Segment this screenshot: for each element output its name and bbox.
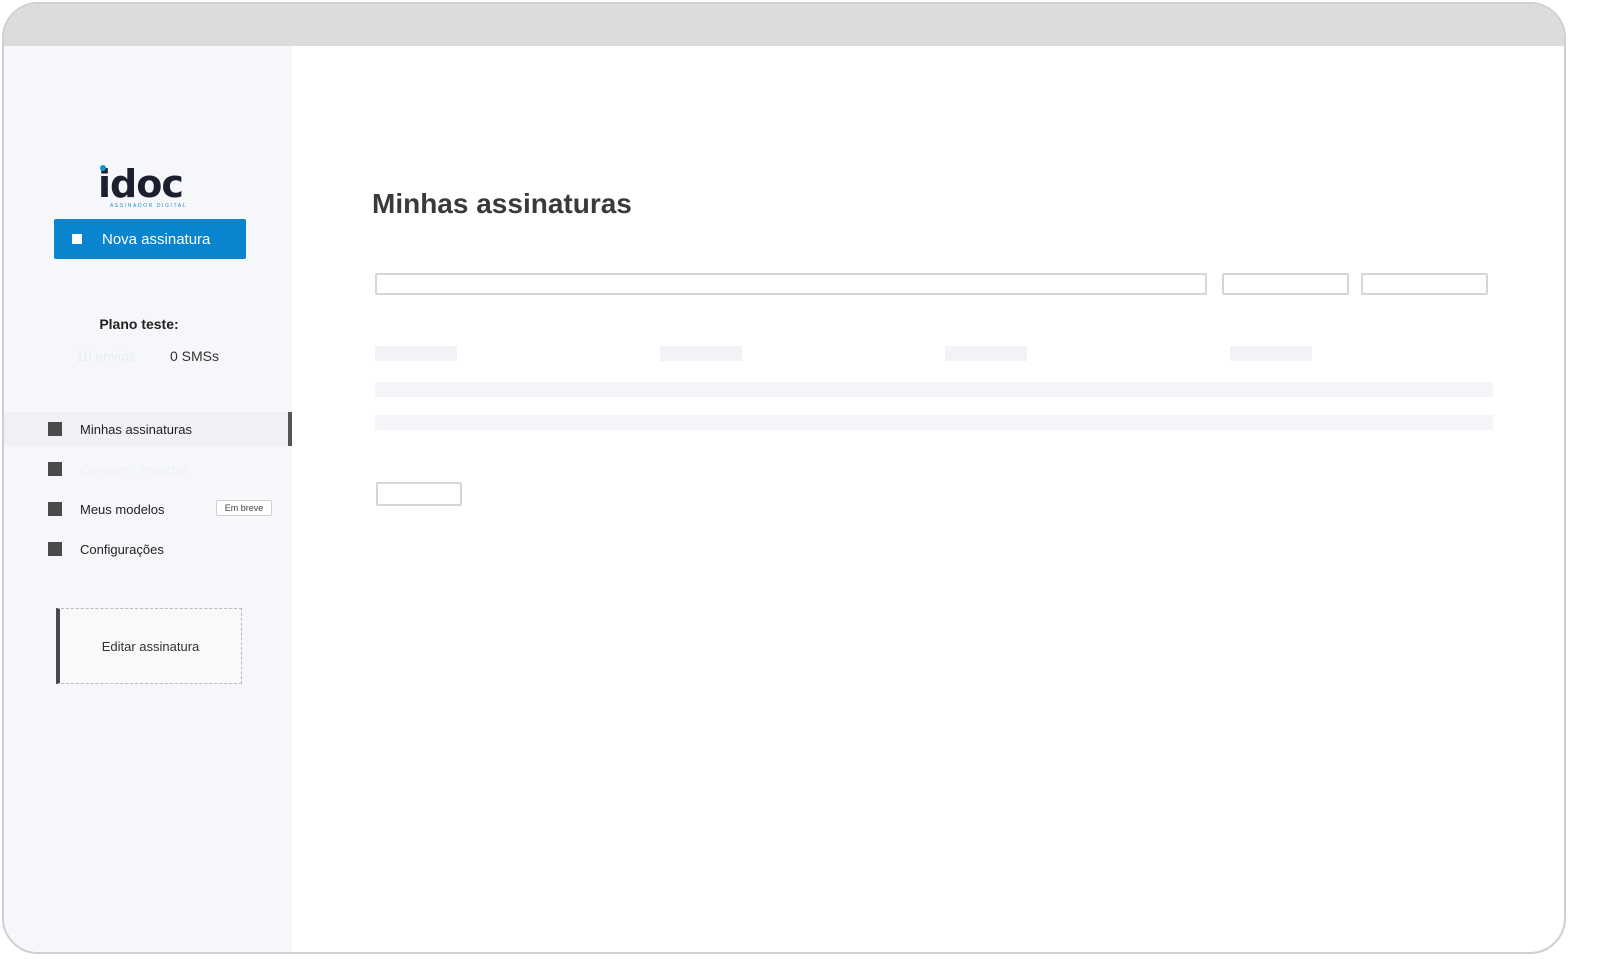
- table-column-header-placeholder: [375, 346, 457, 361]
- new-signature-label: Nova assinatura: [102, 230, 211, 248]
- sidebar-item-meus-modelos[interactable]: Meus modelos Em breve: [4, 492, 292, 526]
- idoc-logo: idoc ASSINADOR DIGITAL: [98, 164, 198, 214]
- filter-field-2[interactable]: [1361, 273, 1488, 295]
- edit-signature-button[interactable]: Editar assinatura: [56, 608, 242, 684]
- table-column-header-placeholder: [945, 346, 1027, 361]
- new-signature-button[interactable]: Nova assinatura: [54, 219, 246, 259]
- table-column-header-placeholder: [660, 346, 742, 361]
- window-top-bar: [4, 4, 1564, 46]
- logo-wordmark: idoc: [98, 162, 184, 206]
- pagination-button[interactable]: [376, 482, 462, 506]
- plan-envios: 10 envios: [76, 348, 136, 364]
- table-row-placeholder: [375, 415, 1493, 430]
- sidebar-item-label: Configurações: [80, 541, 164, 557]
- sidebar: idoc ASSINADOR DIGITAL Nova assinatura P…: [4, 46, 292, 952]
- sidebar-item-minhas-assinaturas[interactable]: Minhas assinaturas: [4, 412, 292, 446]
- sidebar-item-consumir-importar[interactable]: Consumir importar: [4, 452, 292, 486]
- templates-icon: [48, 502, 62, 516]
- table-column-header-placeholder: [1230, 346, 1312, 361]
- plus-square-icon: [72, 234, 82, 244]
- plan-sms: 0 SMSs: [169, 348, 219, 364]
- documents-icon: [48, 422, 62, 436]
- filter-field-1[interactable]: [1222, 273, 1349, 295]
- plan-title: Plano teste:: [99, 316, 179, 332]
- plan-values: 10 envios 0 SMSs: [76, 348, 219, 364]
- logo-dot-icon: [100, 165, 106, 171]
- logo-subtitle: ASSINADOR DIGITAL: [110, 203, 188, 209]
- coming-soon-badge: Em breve: [216, 500, 272, 516]
- edit-signature-label: Editar assinatura: [101, 638, 200, 654]
- sidebar-nav: Minhas assinaturas Consumir importar Meu…: [4, 412, 292, 572]
- settings-icon: [48, 542, 62, 556]
- sidebar-item-configuracoes[interactable]: Configurações: [4, 532, 292, 566]
- page-title: Minhas assinaturas: [372, 188, 632, 219]
- import-icon: [48, 462, 62, 476]
- search-input[interactable]: [375, 273, 1207, 295]
- sidebar-item-label: Consumir importar: [80, 461, 187, 477]
- sidebar-item-label: Meus modelos: [80, 501, 165, 517]
- table-row-placeholder: [375, 382, 1493, 397]
- sidebar-item-label: Minhas assinaturas: [80, 421, 192, 437]
- main-content: Minhas assinaturas: [292, 46, 1564, 952]
- app-window: idoc ASSINADOR DIGITAL Nova assinatura P…: [2, 2, 1566, 954]
